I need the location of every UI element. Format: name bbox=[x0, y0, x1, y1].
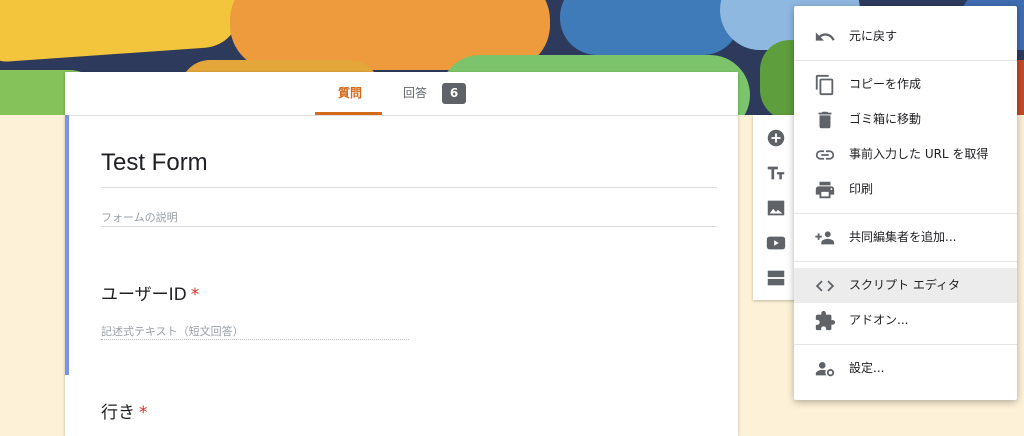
question-title[interactable]: 行き * bbox=[101, 398, 148, 423]
menu-item-label: アドオン... bbox=[849, 313, 909, 327]
menu-item-add-ons[interactable]: アドオン... bbox=[794, 303, 1017, 338]
puzzle-icon bbox=[815, 310, 836, 331]
trash-icon bbox=[818, 111, 832, 129]
required-mark: * bbox=[190, 285, 200, 305]
menu-item-label: 事前入力した URL を取得 bbox=[849, 147, 989, 161]
settings-person-icon bbox=[815, 362, 835, 377]
question-label: ユーザーID bbox=[101, 285, 187, 305]
add-image-icon[interactable] bbox=[765, 197, 787, 219]
active-section-bar bbox=[65, 115, 69, 375]
print-icon bbox=[815, 181, 835, 199]
menu-item-undo[interactable]: 元に戻す bbox=[794, 19, 1017, 54]
more-options-menu: 元に戻す コピーを作成 ゴミ箱に移動 事前入力した URL を取得 印刷 共同編… bbox=[794, 6, 1017, 400]
tab-questions[interactable]: 質問 bbox=[338, 72, 362, 115]
copy-icon bbox=[815, 74, 834, 96]
menu-item-label: 共同編集者を追加... bbox=[849, 230, 957, 244]
add-people-icon bbox=[815, 231, 835, 245]
required-mark: * bbox=[139, 403, 148, 423]
menu-item-label: 印刷 bbox=[849, 182, 874, 196]
menu-item-script-editor[interactable]: スクリプト エディタ bbox=[794, 268, 1017, 303]
menu-item-make-copy[interactable]: コピーを作成 bbox=[794, 67, 1017, 102]
responses-count-badge: 6 bbox=[442, 83, 466, 104]
menu-item-label: 元に戻す bbox=[849, 29, 898, 43]
menu-item-move-to-trash[interactable]: ゴミ箱に移動 bbox=[794, 102, 1017, 137]
form-description-field[interactable]: フォームの説明 bbox=[101, 209, 178, 225]
menu-item-add-collaborators[interactable]: 共同編集者を追加... bbox=[794, 220, 1017, 255]
menu-separator bbox=[794, 213, 1017, 214]
menu-item-settings[interactable]: 設定... bbox=[794, 351, 1017, 386]
add-question-icon[interactable] bbox=[765, 127, 787, 149]
tab-bar: 質問 回答 6 bbox=[65, 72, 738, 116]
short-answer-hint: 記述式テキスト（短文回答） bbox=[101, 325, 244, 338]
link-icon bbox=[815, 150, 835, 160]
form-title[interactable]: Test Form bbox=[101, 149, 208, 177]
form-card: 質問 回答 6 Test Form フォームの説明 ユーザーID * 記述式テキス… bbox=[65, 72, 738, 436]
add-video-icon[interactable] bbox=[765, 232, 787, 254]
answer-underline bbox=[101, 339, 409, 340]
menu-separator bbox=[794, 344, 1017, 345]
menu-separator bbox=[794, 60, 1017, 61]
menu-item-get-prefilled-link[interactable]: 事前入力した URL を取得 bbox=[794, 137, 1017, 172]
menu-item-label: コピーを作成 bbox=[849, 77, 922, 91]
divider bbox=[101, 226, 717, 227]
add-title-icon[interactable] bbox=[765, 162, 787, 184]
divider bbox=[101, 187, 717, 188]
menu-item-print[interactable]: 印刷 bbox=[794, 172, 1017, 207]
question-title[interactable]: ユーザーID * bbox=[101, 280, 199, 305]
question-toolbar bbox=[753, 115, 798, 300]
active-tab-indicator bbox=[315, 112, 382, 115]
question-label: 行き bbox=[101, 403, 135, 423]
tab-responses[interactable]: 回答 bbox=[403, 72, 427, 115]
menu-item-label: ゴミ箱に移動 bbox=[849, 112, 922, 126]
menu-separator bbox=[794, 261, 1017, 262]
undo-icon bbox=[815, 32, 835, 41]
menu-item-label: 設定... bbox=[849, 361, 885, 375]
menu-item-label: スクリプト エディタ bbox=[849, 278, 960, 292]
code-icon bbox=[815, 280, 835, 292]
add-section-icon[interactable] bbox=[765, 267, 787, 289]
